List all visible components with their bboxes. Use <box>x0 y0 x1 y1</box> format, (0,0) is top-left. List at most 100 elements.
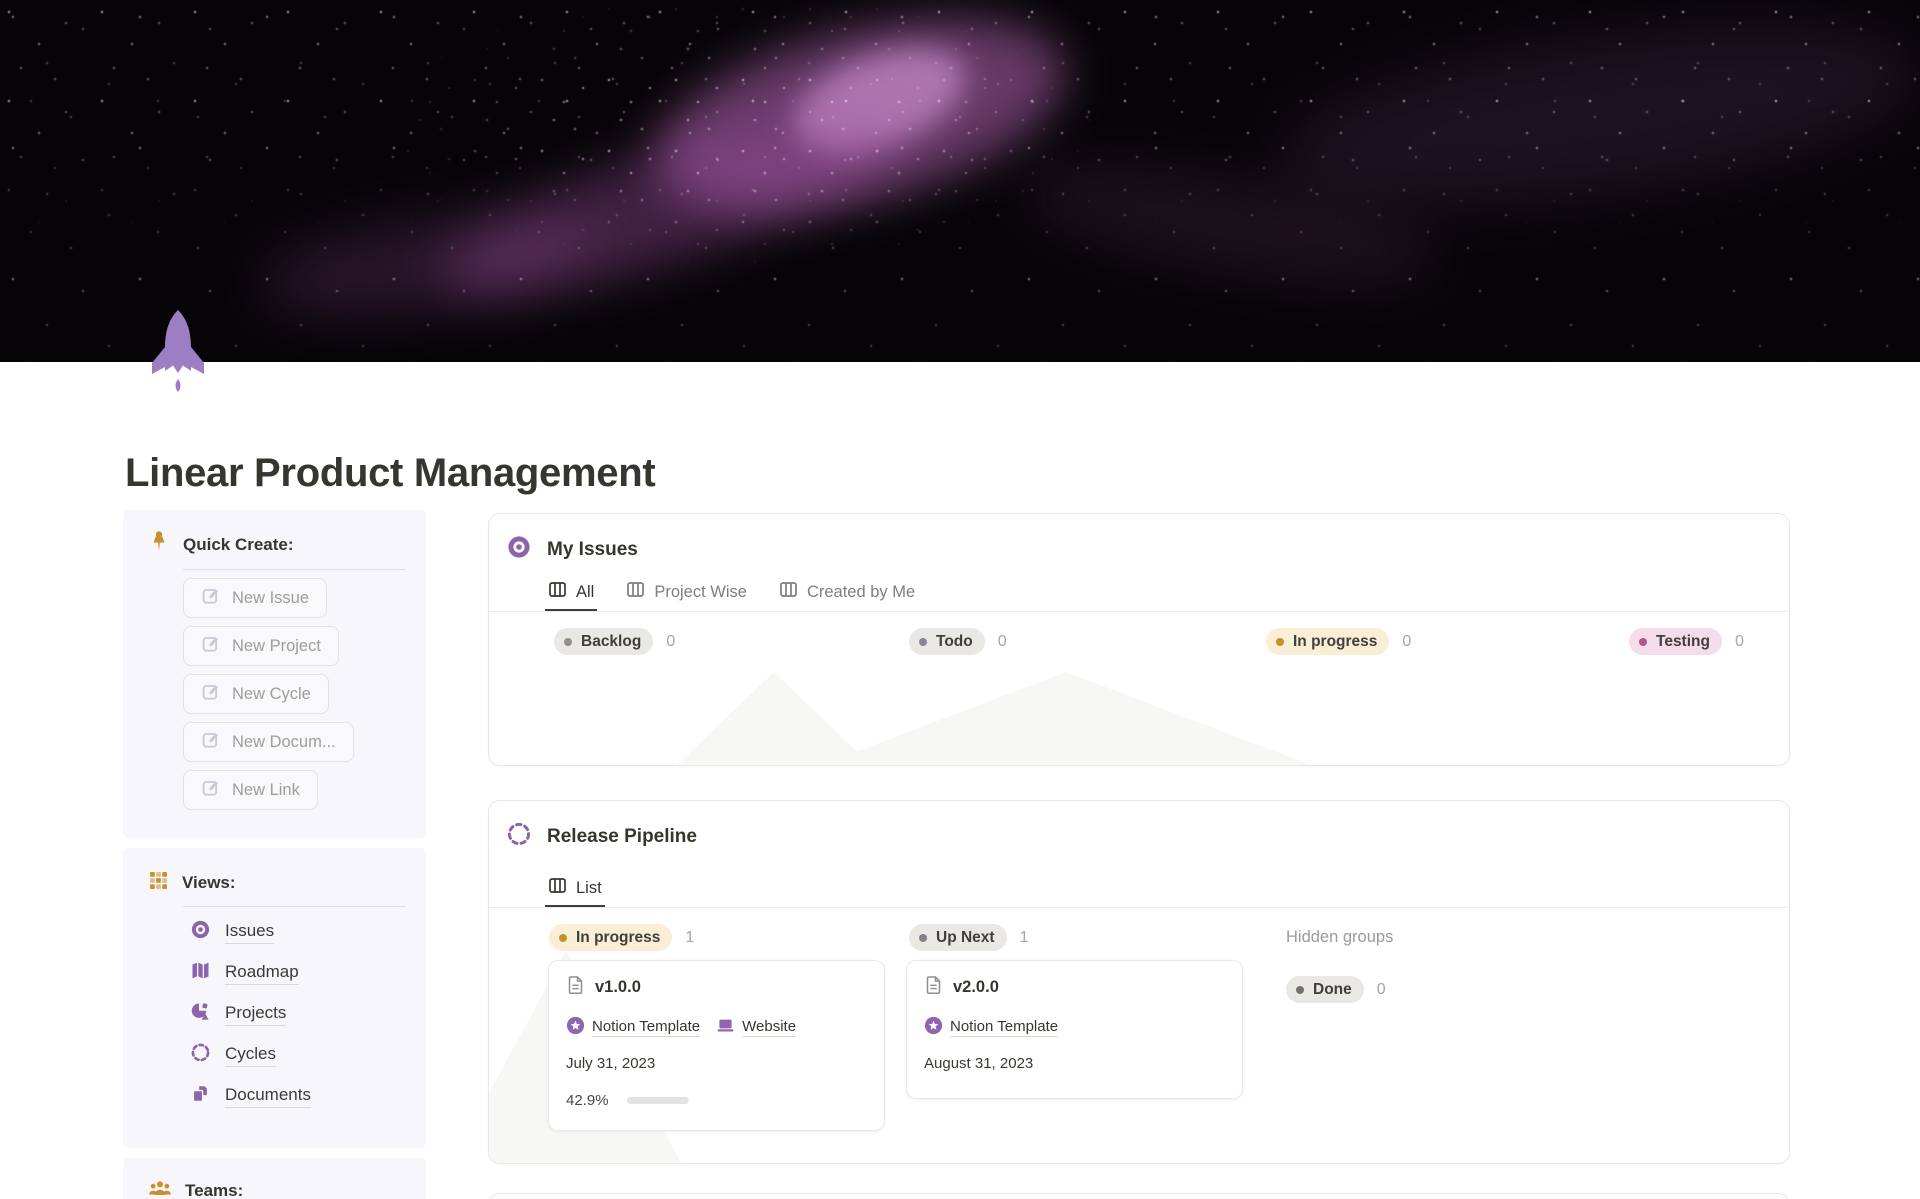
status-label: Todo <box>936 632 973 650</box>
section-title: My Issues <box>547 538 638 560</box>
views-heading: Views: <box>182 873 236 892</box>
tab-label: Project Wise <box>654 582 747 601</box>
tab-label: List <box>576 878 602 897</box>
group-count: 1 <box>685 928 695 946</box>
sidebar-item-cycles[interactable]: Cycles <box>190 1039 426 1071</box>
tab-all[interactable]: All <box>545 575 598 611</box>
decorative-triangle <box>821 669 1311 765</box>
sidebar-item-documents[interactable]: Documents <box>190 1080 426 1112</box>
status-dot <box>919 933 927 942</box>
compose-icon <box>201 682 221 707</box>
button-label: New Issue <box>232 588 310 607</box>
board-view-icon <box>548 580 567 604</box>
star-badge-icon <box>566 1016 585 1039</box>
document-icon <box>924 975 943 1000</box>
section-title: Release Pipeline <box>547 825 697 847</box>
notion-template-link[interactable]: Notion Template <box>566 1016 701 1039</box>
group-count: 0 <box>1402 632 1412 650</box>
progress-bar <box>626 1097 689 1104</box>
page-title: Linear Product Management <box>125 450 656 495</box>
rocket-icon[interactable] <box>148 308 208 396</box>
document-icon <box>566 975 585 1000</box>
group-up-next[interactable]: Up Next 1 <box>909 924 1028 951</box>
new-cycle-button[interactable]: New Cycle <box>183 674 329 714</box>
hidden-groups-label: Hidden groups <box>1286 928 1394 946</box>
view-tabs: List <box>489 871 1789 908</box>
button-label: New Project <box>232 636 321 655</box>
tab-label: Created by Me <box>806 582 916 601</box>
my-issues-section: My Issues All Project Wise Created by Me <box>488 513 1790 766</box>
group-in-progress[interactable]: In progress 0 <box>1266 628 1411 655</box>
dashed-circle-icon <box>506 821 532 852</box>
teams-callout: Teams: <box>123 1158 426 1199</box>
link-label: Projects <box>225 1003 287 1026</box>
quick-create-callout: Quick Create: New Issue New Project New … <box>123 510 426 838</box>
link-label: Notion Template <box>592 1018 701 1037</box>
release-date: July 31, 2023 <box>566 1055 656 1072</box>
divider <box>183 569 406 570</box>
sidebar-item-projects[interactable]: Projects <box>190 998 426 1030</box>
status-dot <box>919 637 927 646</box>
sidebar-item-roadmap[interactable]: Roadmap <box>190 957 426 989</box>
tab-label: All <box>576 582 595 601</box>
sidebar-item-issues[interactable]: Issues <box>190 916 426 948</box>
link-label: Roadmap <box>225 962 299 985</box>
target-icon <box>190 919 211 945</box>
group-testing[interactable]: Testing 0 <box>1629 628 1744 655</box>
release-pipeline-section: Release Pipeline List In progress 1 Up N… <box>488 800 1790 1164</box>
compose-icon <box>201 730 221 755</box>
compose-icon <box>201 586 221 611</box>
pushpin-icon <box>148 530 170 559</box>
pages-icon <box>190 1083 211 1109</box>
status-label: Done <box>1313 980 1352 998</box>
status-dot <box>1276 637 1284 646</box>
target-icon <box>506 534 532 565</box>
group-done[interactable]: Done 0 <box>1286 976 1386 1003</box>
grid-icon <box>148 870 169 896</box>
group-backlog[interactable]: Backlog 0 <box>554 628 675 655</box>
new-project-button[interactable]: New Project <box>183 626 339 666</box>
tab-list[interactable]: List <box>545 871 605 907</box>
status-label: Testing <box>1656 632 1710 650</box>
website-link[interactable]: Website <box>716 1016 797 1039</box>
release-title: v2.0.0 <box>953 978 999 996</box>
button-label: New Docum... <box>232 732 336 751</box>
map-icon <box>190 960 211 986</box>
notion-template-link[interactable]: Notion Template <box>924 1016 1059 1039</box>
notion-page: Linear Product Management Quick Create: … <box>0 0 1920 1199</box>
link-label: Cycles <box>225 1044 277 1067</box>
new-issue-button[interactable]: New Issue <box>183 578 328 618</box>
compose-icon <box>201 778 221 803</box>
compose-icon <box>201 634 221 659</box>
laptop-icon <box>716 1016 735 1039</box>
release-card-v1[interactable]: v1.0.0 Notion Template Website July 31, … <box>548 960 885 1131</box>
board-view-icon <box>548 876 567 900</box>
release-title: v1.0.0 <box>595 978 641 996</box>
star-badge-icon <box>924 1016 943 1039</box>
tab-created-by-me[interactable]: Created by Me <box>776 575 918 611</box>
status-dot <box>559 933 567 942</box>
board-view-icon <box>626 580 645 604</box>
teams-heading: Teams: <box>185 1180 244 1199</box>
tab-project-wise[interactable]: Project Wise <box>623 575 750 611</box>
dashed-circle-icon <box>190 1042 211 1068</box>
divider <box>183 906 406 907</box>
status-label: Up Next <box>936 928 995 946</box>
users-icon <box>148 1178 172 1199</box>
new-document-button[interactable]: New Docum... <box>183 722 354 762</box>
new-link-button[interactable]: New Link <box>183 770 318 810</box>
button-label: New Cycle <box>232 684 311 703</box>
next-section-card <box>488 1193 1790 1199</box>
cover-image[interactable] <box>0 0 1920 362</box>
views-callout: Views: Issues Roadmap Projects Cycles Do… <box>123 848 426 1148</box>
status-dot <box>564 637 572 646</box>
status-label: In progress <box>1293 632 1378 650</box>
group-todo[interactable]: Todo 0 <box>909 628 1007 655</box>
starfield <box>330 0 1150 340</box>
release-card-v2[interactable]: v2.0.0 Notion Template August 31, 2023 <box>906 960 1243 1099</box>
group-in-progress[interactable]: In progress 1 <box>549 924 694 951</box>
release-date: August 31, 2023 <box>924 1055 1034 1072</box>
progress-label: 42.9% <box>566 1092 609 1109</box>
link-label: Documents <box>225 1085 311 1108</box>
button-label: New Link <box>232 780 300 799</box>
